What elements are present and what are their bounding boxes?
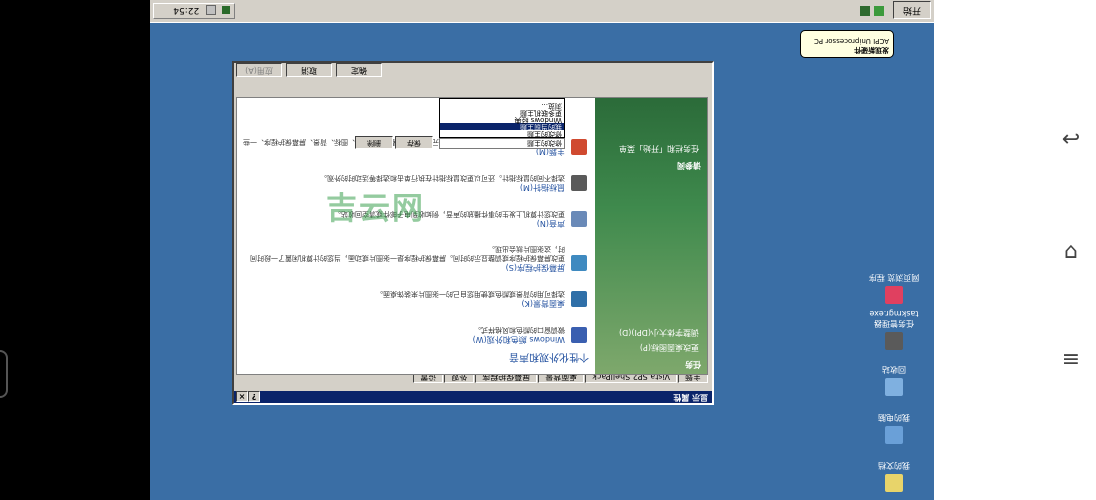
- balloon-text: ACPI Uniprocessor PC: [814, 37, 889, 45]
- desktop-icon-browser[interactable]: 网页浏览 程序: [862, 272, 926, 304]
- link-screensaver[interactable]: 屏幕保护程序(S): [239, 262, 565, 273]
- network-icon[interactable]: [222, 6, 230, 15]
- delete-theme-button[interactable]: 删除: [355, 136, 393, 149]
- taskbar: 开始 22:54: [150, 0, 934, 23]
- desktop-icon-my-computer[interactable]: 我的电脑: [862, 412, 926, 444]
- theme-option[interactable]: 浏览...: [440, 102, 564, 110]
- remote-desktop-view[interactable]: 开始 22:54 发现新硬件 ACPI Uniprocessor PC 我的文档…: [150, 0, 934, 500]
- link-desktop-background[interactable]: 桌面背景(K): [239, 298, 566, 309]
- desktop-background-icon: [571, 291, 587, 307]
- cancel-button[interactable]: 取消: [286, 63, 332, 77]
- color-appearance-icon: [571, 327, 587, 343]
- theme-icon: [571, 139, 587, 155]
- close-button[interactable]: ×: [236, 391, 248, 402]
- sidebar-section-tasks: 任务: [685, 360, 701, 369]
- link-color-appearance[interactable]: Windows 颜色和外观(W): [239, 334, 565, 345]
- browser-icon: [885, 286, 903, 304]
- desktop-icon-label: 我的电脑: [878, 413, 910, 422]
- desktop-icon-label: 回收站: [882, 365, 906, 374]
- theme-dropdown-list: 修改的主题 我的当前主题 Windows 经典 更多联机主题 浏览...: [439, 98, 565, 138]
- watermark: 吉云网: [326, 191, 425, 227]
- desktop-icon-label: 任务管理器 taskmgr.exe: [869, 309, 919, 328]
- desktop-icon-label: 我的文档: [878, 461, 910, 470]
- phone-nav-bar: ↩ ⌂ ≡: [934, 0, 1096, 500]
- folder-icon: [885, 474, 903, 492]
- theme-option[interactable]: 更多联机主题: [440, 109, 564, 117]
- dialog-titlebar[interactable]: 显示 属性 ? ×: [234, 391, 712, 403]
- system-tray: 22:54: [153, 3, 235, 19]
- dialog-title: 显示 属性: [673, 393, 708, 402]
- phone-left-bezel: [0, 0, 150, 500]
- apply-button[interactable]: 应用(A): [236, 63, 282, 77]
- quick-launch-ie-icon[interactable]: [860, 6, 870, 16]
- clock[interactable]: 22:54: [173, 5, 199, 15]
- theme-chooser: 修改的主题 修改的主题 我的当前主题 Windows 经典 更多联机主题 浏览.…: [345, 98, 565, 149]
- desktop-icon-taskmgr[interactable]: 任务管理器 taskmgr.exe: [862, 309, 926, 350]
- start-button[interactable]: 开始: [893, 1, 931, 19]
- theme-option[interactable]: Windows 经典: [440, 116, 564, 124]
- item-description: 选择可用的背景或颜色或使用您自己的一张图片来装饰桌面。: [376, 290, 565, 298]
- sidebar-link-taskbar[interactable]: 任务栏和「开始」菜单: [595, 141, 707, 156]
- start-label: 开始: [903, 5, 922, 15]
- desktop-icon-recycle-bin[interactable]: 回收站: [862, 364, 926, 396]
- display-properties-dialog: 显示 属性 ? × 主题Vista SP2 ShellPack桌面背景屏幕保护程…: [232, 61, 714, 405]
- volume-icon[interactable]: [206, 5, 217, 16]
- page-title: 个性化外观和声音: [509, 351, 589, 362]
- sound-icon: [571, 211, 587, 227]
- sidebar-link-dpi[interactable]: 调整字体大小(DPI)(D): [595, 325, 707, 340]
- tab-panel: 任务 更改桌面图标(P) 调整字体大小(DPI)(D) 请参阅 任务栏和「开始」…: [236, 97, 708, 375]
- side-handle-icon[interactable]: [0, 350, 8, 398]
- ok-button[interactable]: 确定: [336, 63, 382, 77]
- back-icon[interactable]: ↩: [1056, 125, 1086, 155]
- computer-icon: [885, 426, 903, 444]
- new-hardware-balloon[interactable]: 发现新硬件 ACPI Uniprocessor PC: [800, 30, 894, 58]
- help-button[interactable]: ?: [248, 391, 260, 402]
- menu-icon[interactable]: ≡: [1056, 345, 1086, 375]
- tab-strip: 主题Vista SP2 ShellPack桌面背景屏幕保护程序外观设置: [412, 370, 708, 389]
- sidebar-section-see-also: 请参阅: [677, 161, 701, 170]
- item-description: 更改屏幕保护程序或调整显示的时间。屏幕保护程序是一张图片或动画，当您的计算机闲置…: [250, 245, 565, 262]
- theme-select[interactable]: 修改的主题: [439, 138, 565, 149]
- mouse-pointer-icon: [571, 175, 587, 191]
- list-item: 桌面背景(K) 选择可用的背景或颜色或使用您自己的一张图片来装饰桌面。: [239, 273, 589, 309]
- theme-option[interactable]: 修改的主题: [440, 130, 564, 138]
- balloon-title: 发现新硬件: [854, 46, 889, 54]
- flipped-screen: 开始 22:54 发现新硬件 ACPI Uniprocessor PC 我的文档…: [150, 0, 934, 500]
- item-description: 选择不同的鼠标指针。还可以更改鼠标指针在执行单击和选择等活动时的外观。: [320, 174, 565, 182]
- quick-launch-desktop-icon[interactable]: [874, 6, 884, 16]
- theme-option-selected[interactable]: 我的当前主题: [440, 123, 564, 131]
- sidebar-link-desktop-icons[interactable]: 更改桌面图标(P): [595, 340, 707, 355]
- list-item: Windows 颜色和外观(W) 微调窗口的颜色和风格样式。: [239, 309, 589, 345]
- desktop-icon-label: 网页浏览 程序: [868, 273, 920, 282]
- screensaver-icon: [571, 255, 587, 271]
- item-description: 微调窗口的颜色和风格样式。: [474, 326, 565, 334]
- personalize-content: 个性化外观和声音 Windows 颜色和外观(W) 微调窗口的颜色和风格样式。 …: [239, 98, 589, 374]
- save-theme-button[interactable]: 保存: [395, 136, 433, 149]
- desktop-icon-my-documents[interactable]: 我的文档: [862, 460, 926, 492]
- task-manager-icon: [885, 332, 903, 350]
- tasks-sidebar: 任务 更改桌面图标(P) 调整字体大小(DPI)(D) 请参阅 任务栏和「开始」…: [595, 98, 707, 374]
- list-item: 屏幕保护程序(S) 更改屏幕保护程序或调整显示的时间。屏幕保护程序是一张图片或动…: [239, 229, 589, 273]
- home-icon[interactable]: ⌂: [1056, 237, 1086, 267]
- recycle-bin-icon: [885, 378, 903, 396]
